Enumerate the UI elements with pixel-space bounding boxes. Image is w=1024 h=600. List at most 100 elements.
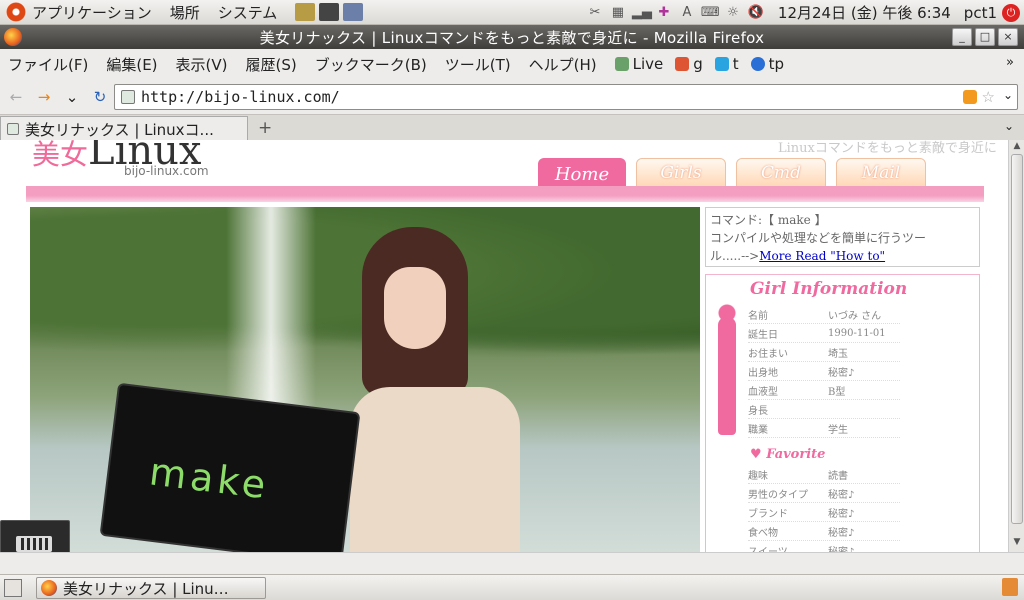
bookmark-live[interactable]: Live [614,55,663,73]
page-scrollbar[interactable]: ▲ ▼ [1008,140,1024,552]
user-name[interactable]: pct1 [964,4,997,22]
editor-launcher-icon[interactable] [343,3,364,21]
site-tagline: Linuxコマンドをもっと素敵で身近に [778,141,997,156]
bookmarks-overflow-button[interactable]: » [1006,55,1014,70]
menu-view[interactable]: 表示(V) [176,54,228,75]
more-read-link[interactable]: More Read "How to" [759,249,885,263]
favorite-rows: 趣味 読書 男性のタイプ 秘密♪ ブランド 秘密♪ 食べ物 秘密♪ スイーツ 秘密♪ [748,465,900,552]
twitter-icon [714,57,729,71]
model-photo [340,227,530,552]
brightness-icon[interactable]: ☼ [724,4,742,22]
window-controls: _ □ × [952,28,1018,46]
file-manager-launcher-icon[interactable] [295,3,316,21]
firefox-task-icon [41,580,57,596]
scroll-down-icon[interactable]: ▼ [1010,537,1024,551]
bookmark-star-icon[interactable]: ☆ [982,88,995,106]
scroll-thumb[interactable] [1011,154,1023,524]
favorite-row: スイーツ 秘密♪ [748,541,900,553]
taskbar-firefox[interactable]: 美女リナックス | Linu… [36,577,266,599]
logo-kanji: 美女 [32,140,89,171]
taskbar-label: 美女リナックス | Linu… [63,579,229,598]
window-titlebar[interactable]: 美女リナックス | Linuxコマンドをもっと素敵で身近に - Mozilla … [0,25,1024,49]
menu-help[interactable]: ヘルプ(H) [529,54,597,75]
info-row: お住まい 埼玉 [748,343,900,362]
info-row: 血液型 B型 [748,381,900,400]
live-icon [614,57,629,71]
rss-icon[interactable] [963,90,977,104]
window-title: 美女リナックス | Linuxコマンドをもっと素敵で身近に - Mozilla … [259,28,765,47]
grid-icon[interactable]: ▦ [609,4,627,22]
info-row: 誕生日 1990-11-01 [748,324,900,343]
favorite-title: ♥ Favorite [750,447,826,462]
keyboard-icon[interactable]: ⌨ [701,4,720,22]
volume-icon[interactable]: 🔇 [747,4,765,22]
input-method-icon[interactable]: ✚ [655,4,673,22]
menu-file[interactable]: ファイル(F) [8,54,88,75]
model-body [350,387,520,552]
silhouette-icon [710,299,744,439]
minimize-button[interactable]: _ [952,28,972,46]
scroll-up-icon[interactable]: ▲ [1010,141,1024,155]
info-title: Girl Information [750,279,908,299]
command-desc: コンパイルや処理などを簡単に行うツー [710,231,927,245]
system-menu[interactable]: システム [218,2,278,23]
menu-bookmarks[interactable]: ブックマーク(B) [315,54,427,75]
tab-favicon-icon [7,123,19,135]
ubuntu-logo-icon[interactable] [6,2,26,22]
url-text[interactable]: http://bijo-linux.com/ [141,88,340,106]
font-icon[interactable]: A [678,4,696,22]
new-tab-button[interactable]: + [258,118,272,138]
status-bar [0,552,1024,574]
nav-cmd[interactable]: Cmd [736,158,826,188]
girl-information-box: Girl Information 名前 いづみ さん 誕生日 1990-11-01 … [705,274,980,552]
keyboard-icon [16,536,52,552]
bookmark-g[interactable]: g [675,55,703,73]
url-bar[interactable]: http://bijo-linux.com/ ☆ ⌄ [114,84,1018,110]
tab-bijo-linux[interactable]: 美女リナックス | Linuxコ... [0,116,248,141]
hero-photo: make [30,207,700,552]
info-rows: 名前 いづみ さん 誕生日 1990-11-01 お住まい 埼玉 出身地 秘密♪ 血液型… [748,305,900,438]
menu-bar: ファイル(F) 編集(E) 表示(V) 履歴(S) ブックマーク(B) ツール(… [0,49,1024,79]
menu-history[interactable]: 履歴(S) [246,54,297,75]
tab-bar: 美女リナックス | Linuxコ... + ⌄ [0,114,1024,141]
firefox-icon[interactable] [4,28,22,46]
tools-icon[interactable]: ✂ [586,4,604,22]
power-icon[interactable]: ⏻ [1002,3,1020,22]
site-favicon-icon [121,90,135,104]
top-panel: アプリケーション 場所 システム ✂ ▦ ▂▄ ✚ A ⌨ ☼ 🔇 12月24日… [0,0,1024,25]
info-row: 身長 [748,400,900,419]
back-button[interactable]: ← [4,85,28,109]
nav-girls[interactable]: Girls [636,158,726,188]
bookmark-tp[interactable]: tp [750,55,784,73]
menu-edit[interactable]: 編集(E) [106,54,157,75]
tp-icon [750,57,765,71]
header-divider [26,186,984,202]
show-desktop-icon[interactable] [4,579,22,597]
url-dropdown-icon[interactable]: ⌄ [1003,88,1013,102]
model-face [384,267,446,349]
command-line: コマンド:【 make 】 [710,213,827,227]
clock[interactable]: 12月24日 (金) 午後 6:34 [778,2,951,23]
reload-button[interactable]: ↻ [88,85,112,109]
command-box: コマンド:【 make 】 コンパイルや処理などを簡単に行うツー ル.....-… [705,207,980,267]
signal-icon[interactable]: ▂▄ [632,4,652,22]
maximize-button[interactable]: □ [975,28,995,46]
info-row: 名前 いづみ さん [748,305,900,324]
menu-tools[interactable]: ツール(T) [445,54,511,75]
info-row: 出身地 秘密♪ [748,362,900,381]
launchers [295,3,364,21]
trash-icon[interactable] [1002,578,1018,596]
navigation-bar: ← → ⌄ ↻ http://bijo-linux.com/ ☆ ⌄ [0,80,1024,114]
terminal-launcher-icon[interactable] [319,3,340,21]
applications-menu[interactable]: アプリケーション [32,2,152,23]
places-menu[interactable]: 場所 [170,2,200,23]
nav-mail[interactable]: Mail [836,158,926,188]
tab-list-button[interactable]: ⌄ [1004,119,1014,133]
favorite-row: ブランド 秘密♪ [748,503,900,522]
command-board: make [101,384,359,552]
favorite-row: 男性のタイプ 秘密♪ [748,484,900,503]
history-dropdown-button[interactable]: ⌄ [60,85,84,109]
forward-button[interactable]: → [32,85,56,109]
bookmark-t[interactable]: t [714,55,739,73]
close-button[interactable]: × [998,28,1018,46]
